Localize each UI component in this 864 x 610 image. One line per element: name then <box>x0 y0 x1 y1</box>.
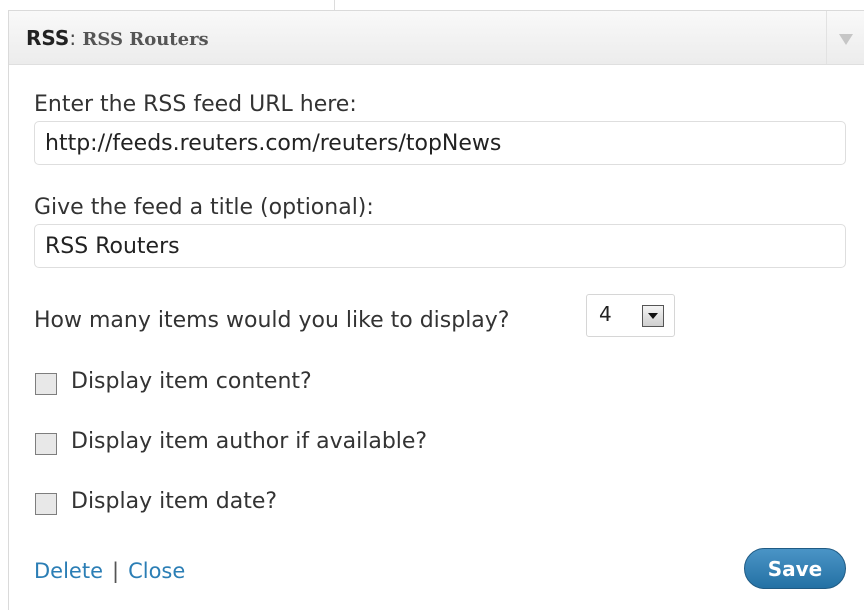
feed-url-label: Enter the RSS feed URL here: <box>34 92 357 117</box>
save-button[interactable]: Save <box>744 548 846 589</box>
display-content-label[interactable]: Display item content? <box>71 369 312 394</box>
display-author-checkbox[interactable] <box>35 433 57 455</box>
close-link[interactable]: Close <box>128 559 185 583</box>
divider <box>334 0 335 10</box>
footer-links: Delete | Close <box>34 559 185 583</box>
items-count-value: 4 <box>599 302 612 326</box>
display-author-label[interactable]: Display item author if available? <box>71 429 427 454</box>
items-count-label: How many items would you like to display… <box>34 308 510 333</box>
display-content-checkbox[interactable] <box>35 373 57 395</box>
widget-type-label: RSS <box>26 26 70 50</box>
widget-name: RSS Routers <box>82 29 209 50</box>
feed-title-label: Give the feed a title (optional): <box>34 195 374 220</box>
chevron-down-icon <box>648 313 658 319</box>
items-count-select[interactable]: 4 <box>586 294 675 337</box>
delete-link[interactable]: Delete <box>34 559 103 583</box>
display-date-checkbox[interactable] <box>35 493 57 515</box>
page-top-strip <box>0 0 864 10</box>
feed-title-input[interactable] <box>34 224 846 268</box>
widget-title: RSS: RSS Routers <box>26 26 209 50</box>
rss-widget: RSS: RSS Routers Enter the RSS feed URL … <box>8 10 864 610</box>
collapse-toggle-button[interactable] <box>826 11 864 64</box>
display-date-label[interactable]: Display item date? <box>71 489 277 514</box>
feed-url-input[interactable] <box>34 121 846 165</box>
widget-header[interactable]: RSS: RSS Routers <box>9 11 864 65</box>
dropdown-button[interactable] <box>642 305 664 327</box>
widget-title-separator: : <box>69 26 83 50</box>
link-divider: | <box>112 559 120 583</box>
triangle-down-icon <box>838 34 853 45</box>
